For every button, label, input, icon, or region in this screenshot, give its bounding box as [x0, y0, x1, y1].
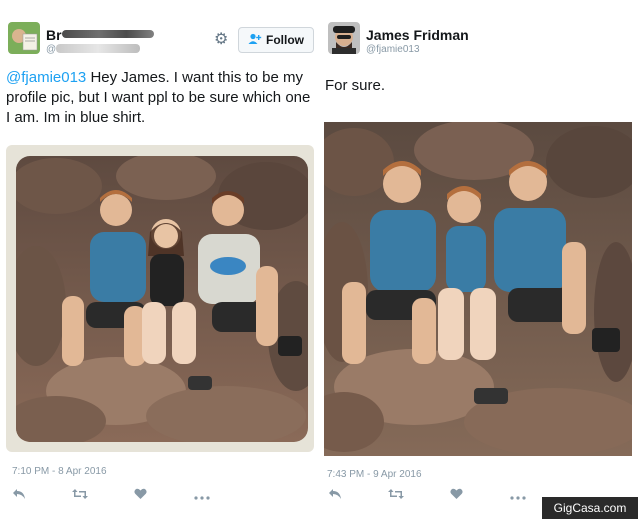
tweet-photo-frame [6, 145, 314, 452]
tweet-actions [328, 488, 538, 504]
follow-button[interactable]: Follow [238, 27, 314, 53]
more-icon[interactable] [510, 488, 526, 503]
tweet-actions [12, 488, 222, 504]
reply-tweet: James Fridman @fjamie013 For sure. 7:43 … [320, 0, 640, 521]
retweet-icon[interactable] [72, 488, 88, 503]
more-icon[interactable] [194, 488, 210, 503]
reply-icon[interactable] [12, 488, 26, 503]
tweet-timestamp[interactable]: 7:43 PM - 9 Apr 2016 [327, 469, 422, 480]
like-icon[interactable] [134, 488, 147, 503]
add-user-icon [248, 33, 262, 48]
user-handle[interactable]: @fjamie013 [366, 44, 420, 55]
tweet-text: @fjamie013 Hey James. I want this to be … [6, 68, 318, 128]
tweet-text: For sure. [325, 77, 386, 94]
like-icon[interactable] [450, 488, 463, 503]
original-tweet: Br @B ⚙ Follow @fjamie013 Hey James. I w… [0, 0, 320, 521]
retweet-icon[interactable] [388, 488, 404, 503]
user-avatar[interactable] [8, 22, 40, 54]
tweet-photo[interactable] [16, 156, 308, 442]
redaction-scribble [56, 44, 140, 53]
redaction-scribble [62, 30, 154, 38]
tweet-timestamp[interactable]: 7:10 PM - 8 Apr 2016 [12, 466, 107, 477]
site-watermark: GigCasa.com [542, 497, 638, 519]
display-name[interactable]: Br [46, 27, 62, 43]
gear-icon[interactable]: ⚙ [214, 29, 228, 49]
tweet-photo[interactable] [324, 122, 632, 456]
display-name[interactable]: James Fridman [366, 27, 469, 43]
mention-link[interactable]: @fjamie013 [6, 69, 86, 86]
reply-icon[interactable] [328, 488, 342, 503]
user-avatar[interactable] [328, 22, 360, 54]
follow-label: Follow [266, 33, 304, 47]
